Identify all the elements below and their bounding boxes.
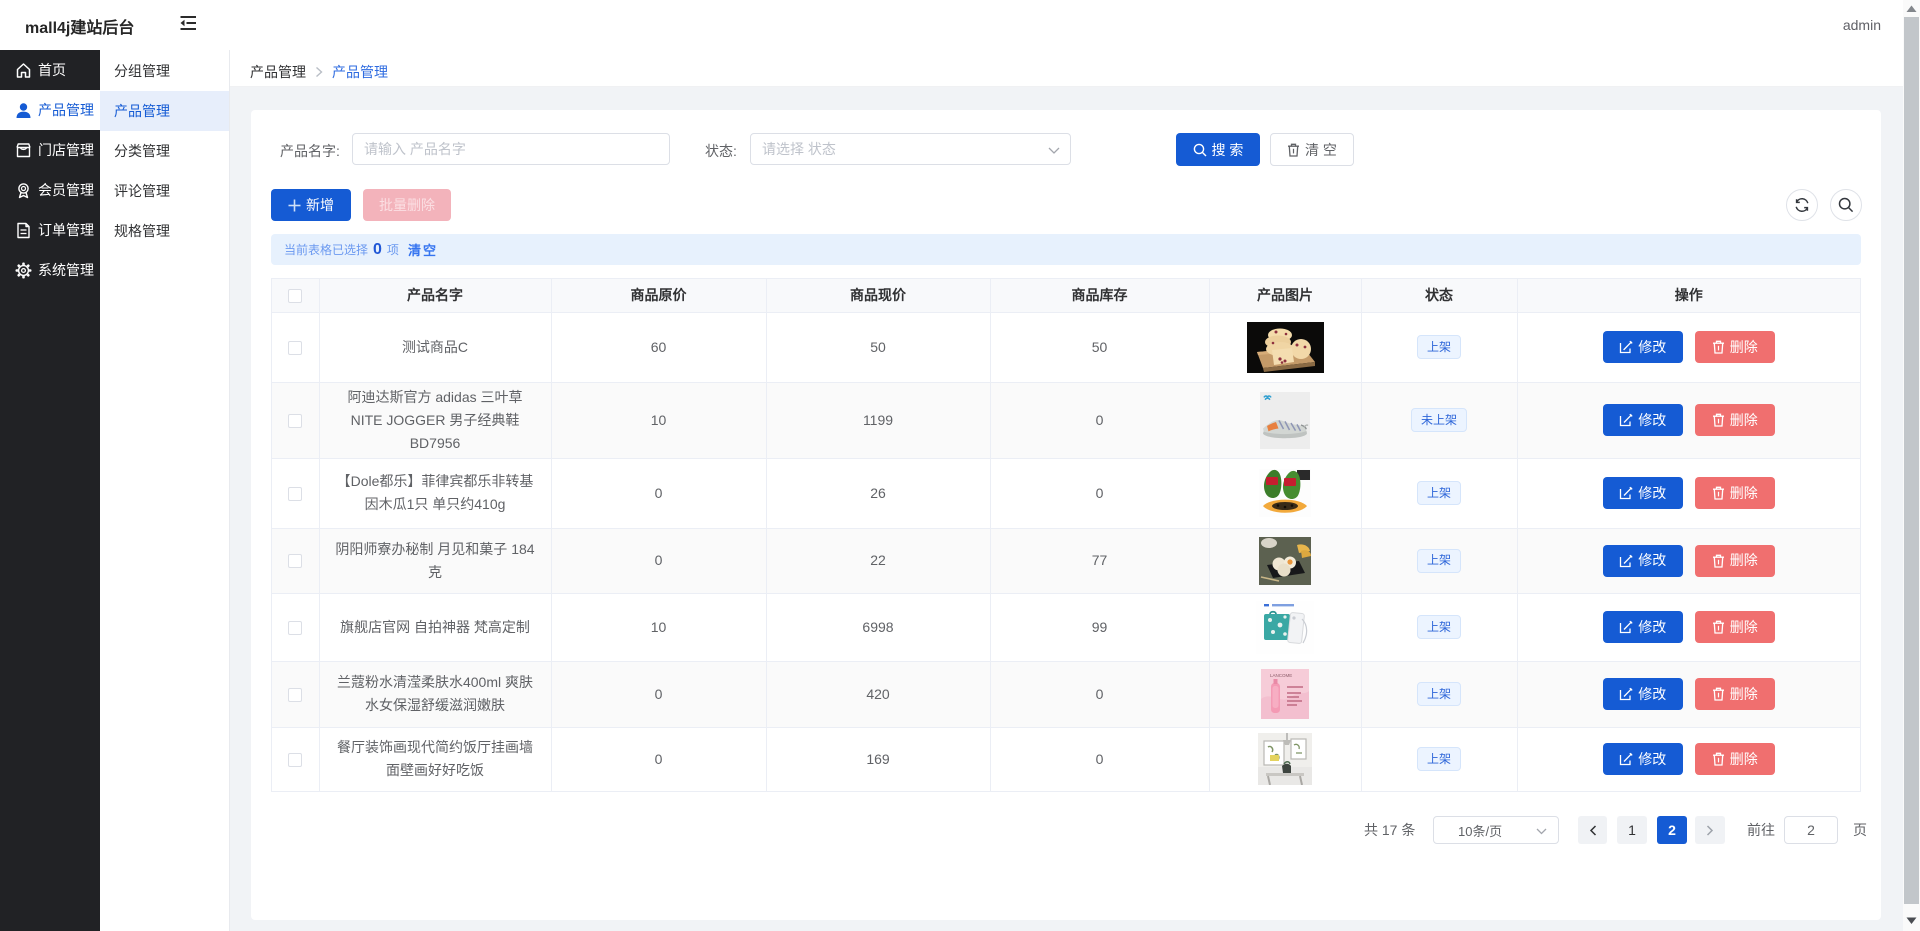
svg-text:LANCOME: LANCOME [1270, 673, 1292, 678]
